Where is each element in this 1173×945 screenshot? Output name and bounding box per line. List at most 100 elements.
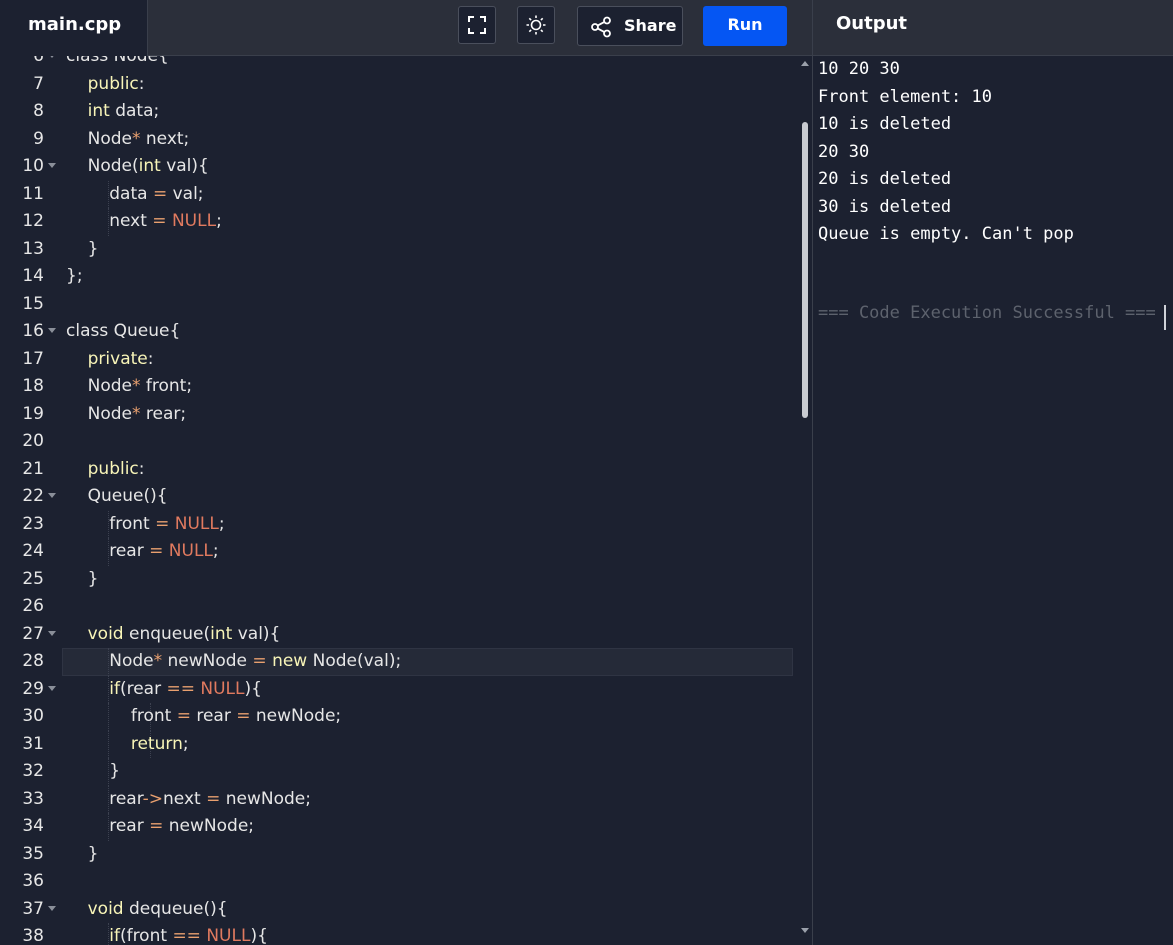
code-line[interactable]: 20: [0, 428, 795, 456]
code-line[interactable]: 12 next = NULL;: [0, 208, 795, 236]
code-editor[interactable]: 6 class Node{7 public: 8 int data; 9 Node* …: [0, 56, 812, 945]
code-token: ;: [182, 733, 189, 754]
code-line[interactable]: 21 public:: [0, 456, 795, 484]
code-line[interactable]: 27 void enqueue(int val){: [0, 621, 795, 649]
fold-arrow-icon[interactable]: [48, 685, 56, 691]
code-line[interactable]: 13 }: [0, 236, 795, 264]
code-token: NULL: [168, 541, 213, 561]
code-line[interactable]: 17 private:: [0, 346, 795, 374]
code-line[interactable]: 32 }: [0, 758, 795, 786]
code-token: int: [138, 156, 161, 176]
code-token: return: [130, 733, 183, 754]
fold-arrow-icon[interactable]: [48, 905, 56, 911]
fold-arrow-icon[interactable]: [48, 630, 56, 636]
code-token: NULL: [171, 211, 217, 231]
code-line[interactable]: 10 Node(int val){: [0, 153, 795, 181]
code-text: class Node{: [66, 56, 169, 71]
code-text: }: [66, 758, 120, 786]
code-token: (rear: [119, 678, 167, 699]
scroll-up-arrow-icon[interactable]: [801, 61, 809, 66]
code-line[interactable]: 36: [0, 868, 795, 896]
code-line[interactable]: 34 rear = newNode;: [0, 813, 795, 841]
code-token: }: [66, 843, 99, 864]
code-token: Node: [66, 651, 154, 671]
output-line: Front element: 10: [818, 86, 992, 107]
code-line[interactable]: 11 data = val;: [0, 180, 795, 208]
output-line: 30 is deleted: [818, 196, 952, 217]
line-number: 27: [22, 623, 44, 644]
code-line[interactable]: 22 Queue(){: [0, 483, 795, 511]
code-text: int data;: [66, 98, 160, 126]
code-token: void: [87, 898, 124, 919]
code-line[interactable]: 31 return;: [0, 730, 795, 759]
file-tab[interactable]: main.cpp: [0, 0, 148, 56]
line-number: 16: [22, 321, 44, 341]
code-line[interactable]: 29 if(rear == NULL){: [0, 675, 795, 703]
code-line[interactable]: 33 rear->next = newNode;: [0, 785, 795, 813]
pane-divider[interactable]: [812, 0, 813, 945]
editor-scrollbar[interactable]: [797, 56, 812, 945]
run-button[interactable]: Run: [703, 6, 787, 46]
code-token: newNode;: [250, 706, 342, 726]
fold-arrow-icon[interactable]: [48, 328, 56, 333]
line-number: 36: [22, 871, 44, 891]
code-token: rear;: [140, 403, 187, 424]
output-cursor: [1164, 305, 1166, 330]
scroll-down-arrow-icon[interactable]: [801, 928, 809, 933]
scrollbar-thumb[interactable]: [802, 122, 808, 418]
code-line[interactable]: 28 Node* newNode = new Node(val);: [0, 648, 795, 676]
code-line[interactable]: 25 }: [0, 566, 795, 594]
code-line[interactable]: 37 void dequeue(){: [0, 896, 795, 924]
code-text: Node* rear;: [66, 401, 187, 429]
fullscreen-button[interactable]: [458, 6, 496, 44]
code-token: new: [272, 651, 308, 671]
code-line[interactable]: 16 class Queue{: [0, 318, 795, 346]
fold-arrow-icon[interactable]: [48, 163, 56, 168]
code-line[interactable]: 9 Node* next;: [0, 126, 795, 154]
code-line[interactable]: 23 front = NULL;: [0, 510, 795, 538]
theme-toggle-button[interactable]: [517, 6, 555, 44]
code-text: };: [66, 263, 83, 291]
code-line[interactable]: 6 class Node{: [0, 56, 795, 71]
code-line[interactable]: 38 if(front == NULL){: [0, 923, 795, 945]
fold-arrow-icon[interactable]: [48, 493, 56, 498]
code-text: return;: [66, 731, 189, 759]
code-text: Node* newNode = new Node(val);: [66, 648, 401, 676]
code-line[interactable]: 15: [0, 291, 795, 319]
code-token: Node(val);: [307, 651, 402, 671]
code-token: if: [109, 926, 120, 945]
code-line[interactable]: 35 }: [0, 841, 795, 869]
code-token: newNode;: [163, 816, 255, 836]
code-line[interactable]: 18 Node* front;: [0, 373, 795, 401]
output-line: Queue is empty. Can't pop: [818, 224, 1074, 244]
line-number: 8: [33, 101, 44, 121]
code-line[interactable]: 24 rear = NULL;: [0, 538, 795, 566]
output-lines: 10 20 30 Front element: 10 10 is deleted 20…: [818, 56, 1168, 249]
share-label: Share: [624, 16, 677, 35]
code-token: rear: [66, 816, 150, 836]
line-number: 34: [22, 816, 44, 836]
code-token: val){: [160, 156, 209, 176]
code-line[interactable]: 14};: [0, 263, 795, 291]
fold-arrow-icon[interactable]: [48, 56, 56, 58]
line-number: 30: [22, 706, 44, 726]
code-line[interactable]: 26: [0, 593, 795, 621]
code-line[interactable]: 30 front = rear = newNode;: [0, 703, 795, 731]
code-token: ;: [212, 541, 219, 561]
code-line[interactable]: 19 Node* rear;: [0, 401, 795, 429]
code-token: NULL: [200, 678, 245, 699]
code-text: rear = newNode;: [66, 813, 254, 841]
code-line[interactable]: 7 public:: [0, 71, 795, 99]
code-line[interactable]: 8 int data;: [0, 98, 795, 126]
share-button[interactable]: Share: [577, 6, 683, 46]
code-token: next;: [140, 128, 190, 149]
line-number: 37: [22, 898, 44, 919]
code-text: private:: [66, 346, 154, 374]
code-token: };: [66, 266, 83, 286]
code-text: public:: [66, 456, 145, 484]
code-token: rear: [66, 541, 150, 561]
